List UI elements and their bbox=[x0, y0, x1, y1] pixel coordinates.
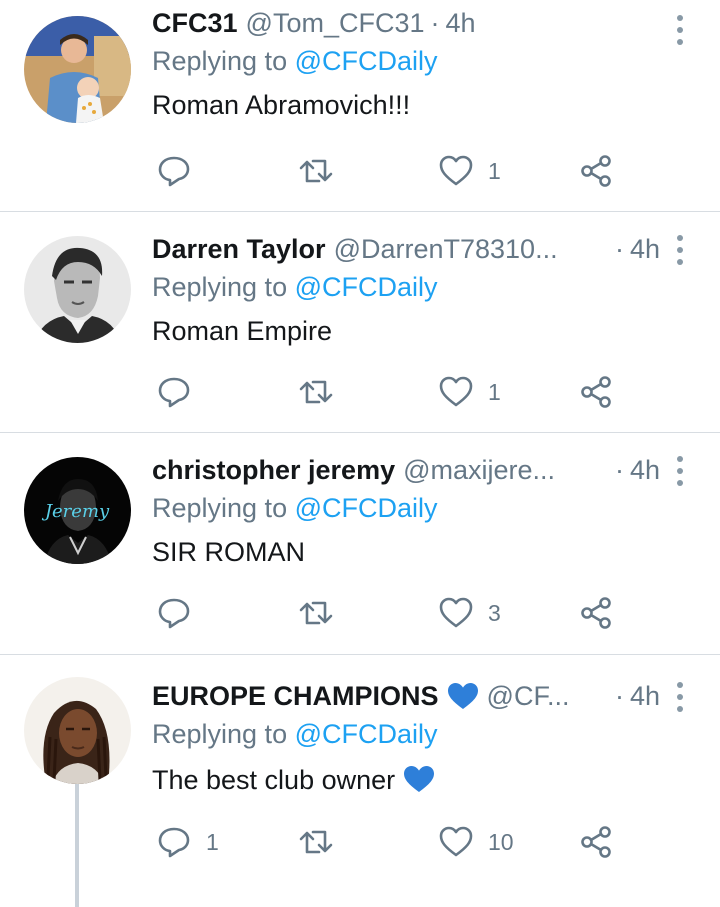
retweet-icon bbox=[299, 159, 333, 183]
tweet-text-content: The best club owner bbox=[152, 765, 396, 795]
like-count: 1 bbox=[488, 378, 501, 405]
share-button[interactable] bbox=[578, 146, 614, 196]
timestamp[interactable]: 4h bbox=[630, 234, 660, 265]
share-icon bbox=[581, 155, 611, 187]
tweet-actions: 3 bbox=[152, 588, 622, 638]
more-options-icon[interactable] bbox=[668, 12, 692, 48]
tweet-header: Darren Taylor @DarrenT78310... · 4h bbox=[152, 226, 660, 272]
separator: · bbox=[614, 454, 624, 485]
timestamp[interactable]: 4h bbox=[446, 8, 476, 39]
reply-icon bbox=[158, 598, 190, 629]
tweet[interactable]: Jeremy christopher jeremy @maxijere... ·… bbox=[0, 433, 720, 655]
username[interactable]: @maxijere... bbox=[403, 455, 555, 486]
tweet[interactable]: CFC31 @Tom_CFC31 · 4h Replying to @CFCDa… bbox=[0, 0, 720, 212]
timestamp[interactable]: 4h bbox=[630, 455, 660, 486]
tweet-text: The best club owner bbox=[152, 765, 435, 796]
tweet-text: Roman Empire bbox=[152, 316, 333, 346]
replying-to-mention[interactable]: @CFCDaily bbox=[295, 46, 438, 76]
reply-icon bbox=[158, 827, 190, 858]
like-icon bbox=[439, 826, 473, 857]
blue-heart-emoji-icon bbox=[447, 683, 478, 709]
avatar[interactable] bbox=[24, 677, 131, 784]
share-button[interactable] bbox=[578, 588, 614, 638]
display-name[interactable]: EUROPE CHAMPIONS bbox=[152, 681, 439, 712]
tweet[interactable]: EUROPE CHAMPIONS @CF... · 4h Replying to… bbox=[0, 655, 720, 907]
replying-to: Replying to @CFCDaily bbox=[152, 272, 438, 303]
retweet-button[interactable] bbox=[298, 146, 348, 196]
reply-button[interactable] bbox=[156, 146, 206, 196]
reply-button[interactable]: 1 bbox=[156, 817, 219, 867]
like-count: 1 bbox=[488, 157, 501, 184]
replying-to-mention[interactable]: @CFCDaily bbox=[295, 719, 438, 749]
retweet-button[interactable] bbox=[298, 367, 348, 417]
avatar[interactable]: Jeremy bbox=[24, 457, 131, 564]
replying-prefix: Replying to bbox=[152, 272, 288, 302]
like-icon bbox=[439, 376, 473, 407]
timestamp[interactable]: 4h bbox=[630, 681, 660, 712]
like-icon bbox=[439, 155, 473, 186]
reply-icon bbox=[158, 377, 190, 408]
display-name[interactable]: CFC31 bbox=[152, 8, 238, 39]
retweet-icon bbox=[299, 601, 333, 625]
share-icon bbox=[581, 826, 611, 858]
separator: · bbox=[614, 680, 624, 711]
avatar-text: Jeremy bbox=[41, 501, 110, 522]
replying-to: Replying to @CFCDaily bbox=[152, 493, 438, 524]
username[interactable]: @CF... bbox=[487, 681, 570, 712]
display-name[interactable]: christopher jeremy bbox=[152, 455, 395, 486]
avatar[interactable] bbox=[24, 16, 131, 123]
username[interactable]: @Tom_CFC31 bbox=[246, 8, 425, 39]
like-count: 3 bbox=[488, 599, 501, 626]
like-count: 10 bbox=[488, 828, 514, 855]
more-options-icon[interactable] bbox=[668, 232, 692, 268]
share-icon bbox=[581, 376, 611, 408]
username[interactable]: @DarrenT78310... bbox=[334, 234, 558, 265]
replying-to-mention[interactable]: @CFCDaily bbox=[295, 272, 438, 302]
share-icon bbox=[581, 597, 611, 629]
retweet-button[interactable] bbox=[298, 817, 348, 867]
share-button[interactable] bbox=[578, 817, 614, 867]
retweet-icon bbox=[299, 380, 333, 404]
like-button[interactable]: 10 bbox=[438, 817, 514, 867]
tweet-text: Roman Abramovich!!! bbox=[152, 90, 411, 120]
more-options-icon[interactable] bbox=[668, 453, 692, 489]
reply-icon bbox=[158, 156, 190, 187]
like-icon bbox=[439, 597, 473, 628]
display-name[interactable]: Darren Taylor bbox=[152, 234, 326, 265]
replying-prefix: Replying to bbox=[152, 493, 288, 523]
more-options-icon[interactable] bbox=[668, 679, 692, 715]
replying-to-mention[interactable]: @CFCDaily bbox=[295, 493, 438, 523]
separator: · bbox=[614, 233, 624, 264]
tweet-actions: 1 10 bbox=[152, 817, 622, 867]
thread-line bbox=[75, 767, 79, 907]
tweet-text: SIR ROMAN bbox=[152, 537, 306, 567]
avatar[interactable] bbox=[24, 236, 131, 343]
tweet-actions: 1 bbox=[152, 146, 622, 196]
retweet-button[interactable] bbox=[298, 588, 348, 638]
tweet-header: EUROPE CHAMPIONS @CF... · 4h bbox=[152, 673, 660, 719]
replying-to: Replying to @CFCDaily bbox=[152, 46, 438, 77]
like-button[interactable]: 1 bbox=[438, 146, 501, 196]
tweet-actions: 1 bbox=[152, 367, 622, 417]
share-button[interactable] bbox=[578, 367, 614, 417]
tweet-header: CFC31 @Tom_CFC31 · 4h bbox=[152, 0, 660, 46]
replying-prefix: Replying to bbox=[152, 719, 288, 749]
separator: · bbox=[430, 7, 440, 38]
like-button[interactable]: 1 bbox=[438, 367, 501, 417]
reply-button[interactable] bbox=[156, 367, 206, 417]
replying-prefix: Replying to bbox=[152, 46, 288, 76]
reply-button[interactable] bbox=[156, 588, 206, 638]
like-button[interactable]: 3 bbox=[438, 588, 501, 638]
replying-to: Replying to @CFCDaily bbox=[152, 719, 438, 750]
retweet-icon bbox=[299, 830, 333, 854]
blue-heart-emoji-icon bbox=[404, 766, 435, 792]
reply-count: 1 bbox=[206, 828, 219, 855]
tweet[interactable]: Darren Taylor @DarrenT78310... · 4h Repl… bbox=[0, 212, 720, 433]
tweet-header: christopher jeremy @maxijere... · 4h bbox=[152, 447, 660, 493]
